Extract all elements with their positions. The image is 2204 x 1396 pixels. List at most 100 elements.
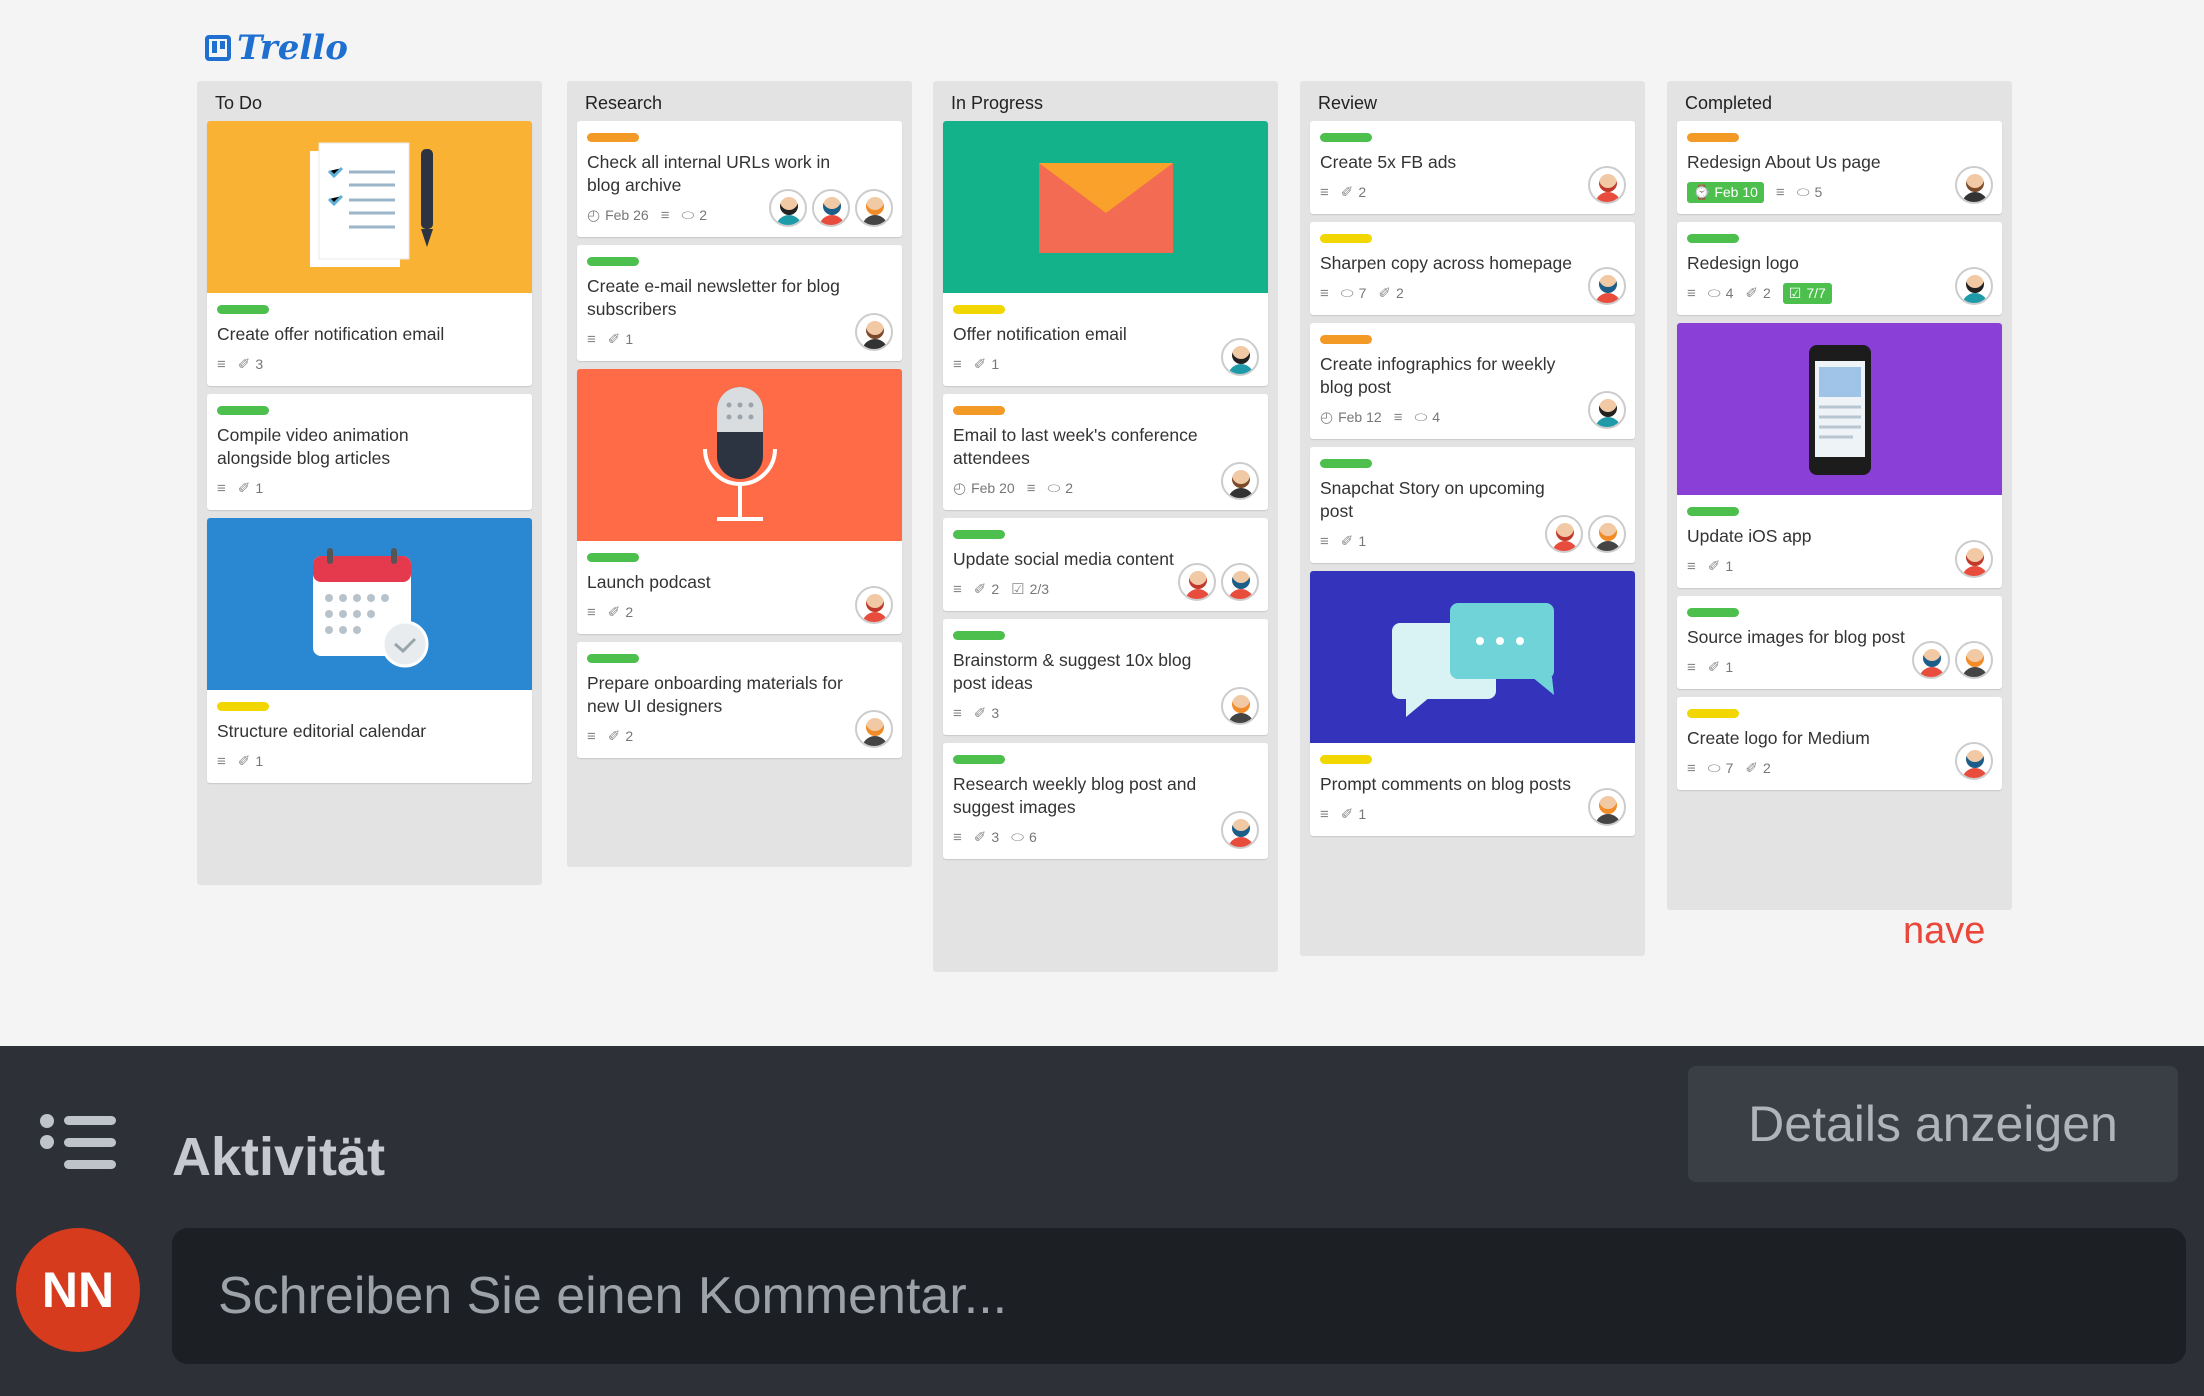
description-badge: ≡ (1687, 558, 1696, 575)
attachment-icon: ✐ (1378, 285, 1391, 302)
card[interactable]: Create e-mail newsletter for blog subscr… (577, 245, 902, 361)
member-avatar[interactable] (1221, 462, 1259, 500)
attachments-badge: ✐ 2 (607, 604, 634, 621)
member-avatar[interactable] (1955, 166, 1993, 204)
description-icon: ≡ (1687, 658, 1696, 676)
member-avatar[interactable] (1178, 563, 1216, 601)
member-avatar[interactable] (1545, 515, 1583, 553)
member-avatar[interactable] (1588, 391, 1626, 429)
member-avatar[interactable] (1221, 563, 1259, 601)
card-members (1588, 166, 1626, 204)
list-title[interactable]: To Do (207, 81, 532, 121)
card-badges: ≡ ✐ 1 (1687, 556, 1992, 576)
comments-badge: ⬭ 2 (1047, 479, 1074, 497)
member-avatar[interactable] (1955, 641, 1993, 679)
member-avatar[interactable] (855, 189, 893, 227)
card[interactable]: Launch podcast ≡ ✐ 2 (577, 369, 902, 634)
card[interactable]: Redesign logo ≡ ⬭ 4 ✐ 2 ☑ 7/7 (1677, 222, 2002, 315)
comment-input[interactable] (172, 1228, 2186, 1364)
comment-icon: ⬭ (681, 206, 695, 224)
card[interactable]: Update social media content ≡ ✐ 2 ☑ 2/3 (943, 518, 1268, 611)
card[interactable]: Create 5x FB ads ≡ ✐ 2 (1310, 121, 1635, 214)
card[interactable]: Structure editorial calendar ≡ ✐ 1 (207, 518, 532, 783)
list-4: Completed Redesign About Us page ⌚ Feb 10 ≡… (1667, 81, 2012, 910)
due-date: ◴ Feb 12 (1320, 409, 1382, 426)
member-avatar[interactable] (1955, 267, 1993, 305)
card-label (953, 755, 1005, 764)
description-icon: ≡ (953, 355, 962, 373)
description-badge: ≡ (1027, 480, 1036, 497)
user-avatar[interactable]: NN (16, 1228, 140, 1352)
attachments-badge: ✐ 2 (1745, 760, 1771, 777)
member-avatar[interactable] (1588, 788, 1626, 826)
description-badge: ≡ (587, 604, 596, 621)
card-members (1221, 811, 1259, 849)
attachment-icon: ✐ (973, 705, 987, 722)
card-label (1687, 234, 1739, 243)
member-avatar[interactable] (1221, 687, 1259, 725)
card-title: Structure editorial calendar (217, 721, 427, 741)
card-badges: ≡ ✐ 2 (1320, 182, 1625, 202)
card[interactable]: Email to last week's conference attendee… (943, 394, 1268, 510)
description-badge: ≡ (217, 480, 226, 497)
card[interactable]: Check all internal URLs work in blog arc… (577, 121, 902, 237)
member-avatar[interactable] (1221, 338, 1259, 376)
card[interactable]: Offer notification email ≡ ✐ 1 (943, 121, 1268, 386)
details-button[interactable]: Details anzeigen (1688, 1066, 2178, 1182)
attachments-badge: ✐ 2 (1378, 285, 1404, 302)
member-avatar[interactable] (769, 189, 807, 227)
attachments-badge: ✐ 3 (973, 829, 1000, 846)
trello-logo[interactable]: Trello (205, 28, 348, 68)
card[interactable]: Brainstorm & suggest 10x blog post ideas… (943, 619, 1268, 735)
member-avatar[interactable] (855, 710, 893, 748)
card-badges: ⌚ Feb 10 ≡ ⬭ 5 (1687, 181, 1992, 203)
member-avatar[interactable] (855, 313, 893, 351)
card[interactable]: Prepare onboarding materials for new UI … (577, 642, 902, 758)
attachment-icon: ✐ (607, 331, 621, 348)
description-icon: ≡ (660, 206, 670, 224)
comment-icon: ⬭ (1707, 759, 1721, 777)
card[interactable]: Create logo for Medium ≡ ⬭ 7 ✐ 2 (1677, 697, 2002, 790)
member-avatar[interactable] (812, 189, 850, 227)
card[interactable]: Sharpen copy across homepage ≡ ⬭ 7 ✐ 2 (1310, 222, 1635, 315)
attachment-icon: ✐ (1707, 659, 1721, 676)
member-avatar[interactable] (1955, 742, 1993, 780)
card[interactable]: Update iOS app ≡ ✐ 1 (1677, 323, 2002, 588)
card[interactable]: Create offer notification email ≡ ✐ 3 (207, 121, 532, 386)
checklist-icon: ☑ (1011, 581, 1025, 598)
member-avatar[interactable] (1955, 540, 1993, 578)
member-avatar[interactable] (1588, 267, 1626, 305)
list-title[interactable]: Research (577, 81, 902, 121)
member-avatar[interactable] (1221, 811, 1259, 849)
description-badge: ≡ (1320, 184, 1329, 201)
card[interactable]: Create infographics for weekly blog post… (1310, 323, 1635, 439)
card[interactable]: Research weekly blog post and suggest im… (943, 743, 1268, 859)
list-3: Review Create 5x FB ads ≡ ✐ 2 Sharpen copy ac… (1300, 81, 1645, 956)
comments-badge: ⬭ 4 (1414, 408, 1441, 426)
member-avatar[interactable] (1588, 515, 1626, 553)
member-avatar[interactable] (1912, 641, 1950, 679)
attachment-icon: ✐ (1745, 760, 1758, 777)
card-members (1955, 166, 1993, 204)
member-avatar[interactable] (1588, 166, 1626, 204)
description-badge: ≡ (1687, 659, 1696, 676)
card-members (1545, 515, 1626, 553)
card[interactable]: Snapchat Story on upcoming post ≡ ✐ 1 (1310, 447, 1635, 563)
member-avatar[interactable] (855, 586, 893, 624)
card[interactable]: Compile video animation alongside blog a… (207, 394, 532, 510)
comments-badge: ⬭ 4 (1707, 284, 1734, 302)
attachment-icon: ✐ (1745, 285, 1758, 302)
description-icon: ≡ (953, 580, 962, 598)
card-title: Create offer notification email (217, 324, 445, 344)
list-title[interactable]: In Progress (943, 81, 1268, 121)
list-title[interactable]: Review (1310, 81, 1635, 121)
attachments-badge: ✐ 1 (237, 753, 264, 770)
card[interactable]: Source images for blog post ≡ ✐ 1 (1677, 596, 2002, 689)
due-date: ◴ Feb 26 (587, 207, 649, 224)
card[interactable]: Redesign About Us page ⌚ Feb 10 ≡ ⬭ 5 (1677, 121, 2002, 214)
description-badge: ≡ (587, 331, 596, 348)
attachments-badge: ✐ 2 (607, 728, 634, 745)
card[interactable]: Prompt comments on blog posts ≡ ✐ 1 (1310, 571, 1635, 836)
card-title: Create logo for Medium (1687, 728, 1870, 748)
list-title[interactable]: Completed (1677, 81, 2002, 121)
